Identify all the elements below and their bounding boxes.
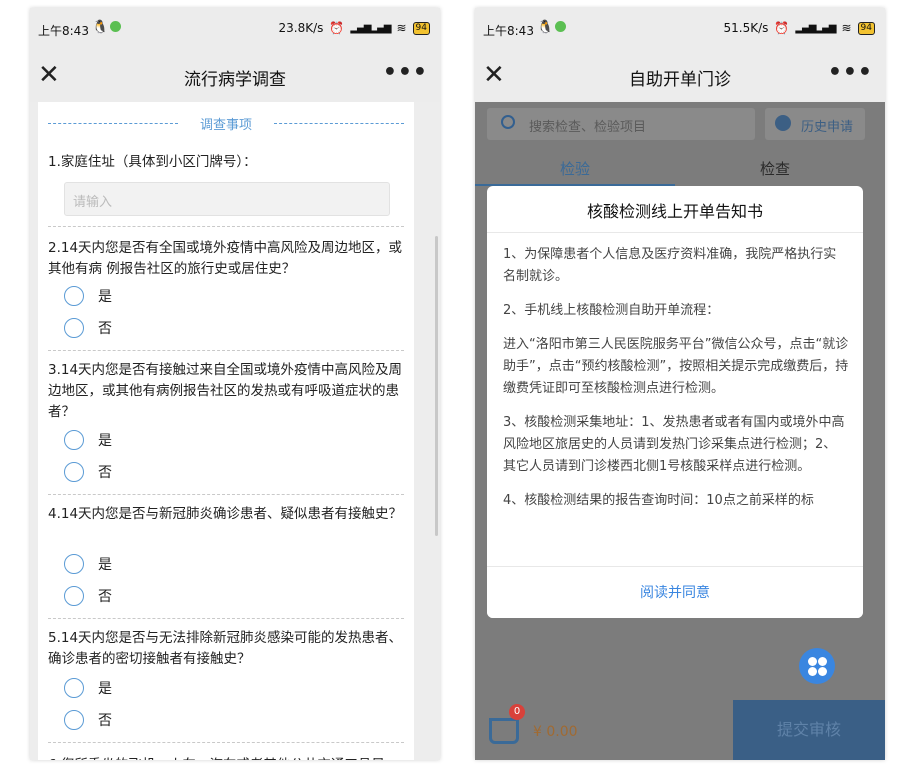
- q3-option-yes[interactable]: 是: [64, 430, 112, 450]
- search-icon: [501, 115, 515, 129]
- page-title: 流行病学调查: [184, 70, 286, 90]
- option-label: 否: [98, 713, 112, 729]
- question-2: 2.14天内您是否有全国或境外疫情中高风险及周边地区，或其他有病 例报告社区的旅…: [48, 240, 403, 277]
- page-title: 自助开单门诊: [629, 70, 731, 90]
- nav-bar: ✕ 自助开单门诊 •••: [475, 50, 885, 102]
- status-bar: 上午8:43 🐧 23.8K/s ⏰ ▂▄▆▂▄▆ ≋ 94: [30, 8, 440, 50]
- qq-icon: 🐧: [537, 20, 554, 35]
- battery-icon: 94: [412, 21, 430, 35]
- divider: [48, 226, 404, 227]
- total-price: ¥ 0.00: [533, 724, 578, 740]
- dialog-paragraph: 1、为保障患者个人信息及医疗资料准确，我院严格执行实名制就诊。: [503, 247, 837, 284]
- alarm-icon: ⏰: [329, 21, 345, 35]
- section-line-right: [274, 123, 404, 124]
- q3-option-no[interactable]: 否: [64, 462, 112, 482]
- divider: [48, 350, 404, 351]
- alarm-icon: ⏰: [774, 21, 790, 35]
- dialog-paragraph: 4、核酸检测结果的报告查询时间：10点之前采样的标: [503, 493, 814, 508]
- dialog-paragraph: 2、手机线上核酸检测自助开单流程：: [503, 303, 720, 318]
- radio-button[interactable]: [64, 554, 84, 574]
- grid-dot: [818, 667, 827, 676]
- search-placeholder: 搜索检查、检验项目: [529, 120, 647, 135]
- status-time: 上午8:43: [483, 24, 534, 38]
- status-right: 51.5K/s ⏰ ▂▄▆▂▄▆ ≋ 94: [723, 21, 875, 35]
- agree-button[interactable]: 阅读并同意: [487, 566, 863, 618]
- grid-dot: [818, 657, 827, 666]
- radio-button[interactable]: [64, 586, 84, 606]
- dialog-paragraph: 3、核酸检测采集地址：1、发热患者或者有国内或境外中高风险地区旅居史的人员请到发…: [503, 415, 845, 474]
- divider: [48, 618, 404, 619]
- right-phone-screen: 上午8:43 🐧 51.5K/s ⏰ ▂▄▆▂▄▆ ≋ 94 ✕ 自助开单门诊 …: [475, 8, 885, 760]
- section-title: 调查事项: [48, 114, 404, 133]
- option-label: 是: [98, 433, 112, 449]
- option-label: 否: [98, 321, 112, 337]
- signal-icon: ▂▄▆▂▄▆: [350, 22, 391, 34]
- dialog-paragraph: 进入“洛阳市第三人民医院服务平台”微信公众号，点击“就诊助手”，点击“预约核酸检…: [503, 337, 849, 396]
- option-label: 否: [98, 589, 112, 605]
- history-label: 历史申请: [801, 120, 854, 135]
- option-label: 是: [98, 289, 112, 305]
- q4-option-yes[interactable]: 是: [64, 554, 112, 574]
- radio-button[interactable]: [64, 710, 84, 730]
- floating-menu-button[interactable]: [799, 648, 835, 684]
- radio-button[interactable]: [64, 430, 84, 450]
- question-3: 3.14天内您是否有接触过来自全国或境外疫情中高风险及周边地区，或其他有病例报告…: [48, 362, 403, 420]
- dialog-body: 1、为保障患者个人信息及医疗资料准确，我院严格执行实名制就诊。 2、手机线上核酸…: [503, 244, 849, 524]
- radio-button[interactable]: [64, 678, 84, 698]
- status-time: 上午8:43: [38, 24, 89, 38]
- battery-icon: 94: [857, 21, 875, 35]
- grid-dot: [808, 657, 817, 666]
- tab-lab-test[interactable]: 检验: [475, 148, 675, 186]
- survey-form: 调查事项 1.家庭住址（具体到小区门牌号）： 请输入 2.14天内您是否有全国或…: [38, 102, 414, 760]
- status-bar: 上午8:43 🐧 51.5K/s ⏰ ▂▄▆▂▄▆ ≋ 94: [475, 8, 885, 50]
- radio-button[interactable]: [64, 462, 84, 482]
- tab-exam[interactable]: 检查: [675, 148, 875, 186]
- clock-icon: [775, 115, 791, 131]
- section-title-text: 调查事项: [199, 118, 252, 133]
- search-input[interactable]: 搜索检查、检验项目: [487, 108, 755, 140]
- q2-option-yes[interactable]: 是: [64, 286, 112, 306]
- q2-option-no[interactable]: 否: [64, 318, 112, 338]
- radio-button[interactable]: [64, 286, 84, 306]
- question-6-partial: 6.您所乘坐的飞机、火车、汽车或者其他公共交通工具是: [48, 750, 404, 760]
- history-button[interactable]: 历史申请: [765, 108, 865, 140]
- network-speed: 23.8K/s: [278, 21, 324, 35]
- dialog-divider: [487, 232, 863, 233]
- status-right: 23.8K/s ⏰ ▂▄▆▂▄▆ ≋ 94: [278, 21, 430, 35]
- wifi-icon: ≋: [396, 21, 407, 35]
- scrollbar[interactable]: [435, 236, 438, 536]
- qq-icon: 🐧: [92, 20, 109, 35]
- signal-icon: ▂▄▆▂▄▆: [795, 22, 836, 34]
- more-icon[interactable]: •••: [828, 60, 873, 85]
- wechat-icon: [555, 21, 566, 32]
- radio-button[interactable]: [64, 318, 84, 338]
- address-input[interactable]: 请输入: [64, 182, 390, 216]
- more-icon[interactable]: •••: [383, 60, 428, 85]
- nav-bar: ✕ 流行病学调查 •••: [30, 50, 440, 102]
- divider: [48, 494, 404, 495]
- q4-option-no[interactable]: 否: [64, 586, 112, 606]
- divider: [48, 742, 404, 743]
- q5-option-yes[interactable]: 是: [64, 678, 112, 698]
- question-5: 5.14天内您是否与无法排除新冠肺炎感染可能的发热患者、确诊患者的密切接触者有接…: [48, 630, 403, 667]
- option-label: 是: [98, 681, 112, 697]
- option-label: 是: [98, 557, 112, 573]
- bottom-bar: 0 ¥ 0.00 提交审核: [475, 700, 885, 760]
- grid-dot: [808, 667, 817, 676]
- option-label: 否: [98, 465, 112, 481]
- left-phone-screen: 上午8:43 🐧 23.8K/s ⏰ ▂▄▆▂▄▆ ≋ 94 ✕ 流行病学调查 …: [30, 8, 440, 760]
- section-line-left: [48, 123, 178, 124]
- wechat-icon: [110, 21, 121, 32]
- q5-option-no[interactable]: 否: [64, 710, 112, 730]
- submit-button[interactable]: 提交审核: [733, 700, 885, 760]
- question-1: 1.家庭住址（具体到小区门牌号）：: [48, 154, 257, 170]
- wifi-icon: ≋: [841, 21, 852, 35]
- cart-badge: 0: [509, 704, 525, 720]
- notice-dialog: 核酸检测线上开单告知书 1、为保障患者个人信息及医疗资料准确，我院严格执行实名制…: [487, 186, 863, 618]
- cart-icon[interactable]: [489, 718, 519, 744]
- dialog-title: 核酸检测线上开单告知书: [586, 202, 763, 221]
- question-4: 4.14天内您是否与新冠肺炎确诊患者、疑似患者有接触史？: [48, 506, 403, 522]
- network-speed: 51.5K/s: [723, 21, 769, 35]
